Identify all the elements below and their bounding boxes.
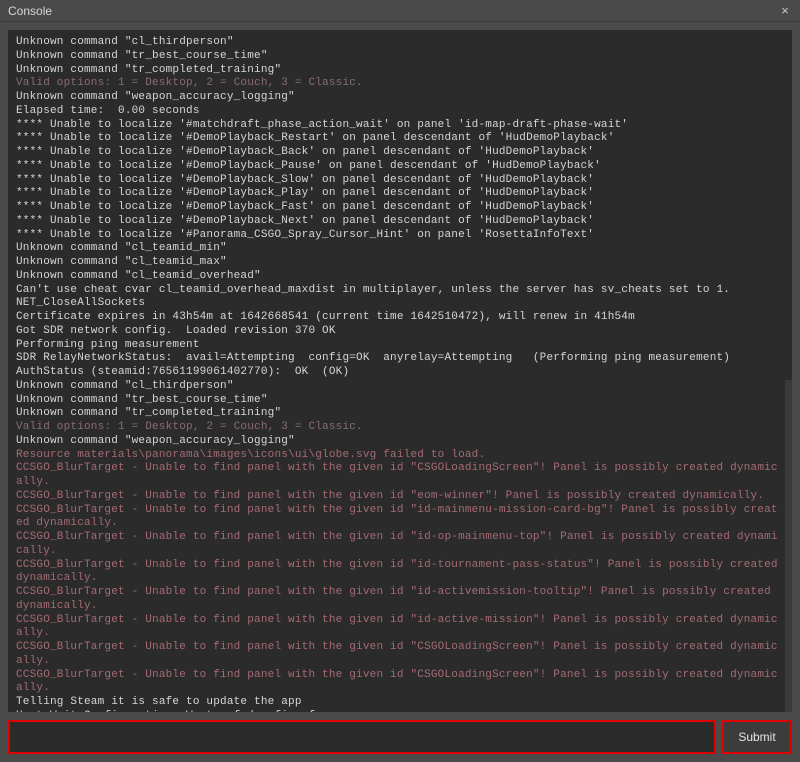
console-line: Valid options: 1 = Desktop, 2 = Couch, 3… [16, 77, 784, 91]
console-output[interactable]: Unknown command "cl_thirdperson"Unknown … [8, 30, 792, 712]
console-line: Resource materials\panorama\images\icons… [16, 449, 784, 463]
console-line: Host_WriteConfiguration: Wrote cfg/confi… [16, 710, 784, 712]
console-line: Unknown command "tr_completed_training" [16, 64, 784, 78]
console-line: CCSGO_BlurTarget - Unable to find panel … [16, 531, 784, 559]
console-line: **** Unable to localize '#DemoPlayback_N… [16, 215, 784, 229]
console-wrap: Unknown command "cl_thirdperson"Unknown … [0, 22, 800, 762]
console-line: Unknown command "cl_teamid_overhead" [16, 270, 784, 284]
command-input[interactable] [8, 720, 716, 754]
console-line: Can't use cheat cvar cl_teamid_overhead_… [16, 284, 784, 298]
console-line: **** Unable to localize '#DemoPlayback_R… [16, 132, 784, 146]
console-line: **** Unable to localize '#Panorama_CSGO_… [16, 229, 784, 243]
console-line: Unknown command "weapon_accuracy_logging… [16, 91, 784, 105]
console-line: AuthStatus (steamid:76561199061402770): … [16, 366, 784, 380]
console-line: Unknown command "cl_teamid_min" [16, 242, 784, 256]
titlebar: Console × [0, 0, 800, 22]
console-line: CCSGO_BlurTarget - Unable to find panel … [16, 559, 784, 587]
console-line: **** Unable to localize '#DemoPlayback_B… [16, 146, 784, 160]
console-line: Elapsed time: 0.00 seconds [16, 105, 784, 119]
input-row: Submit [8, 720, 792, 754]
console-line: CCSGO_BlurTarget - Unable to find panel … [16, 462, 784, 490]
console-line: Unknown command "tr_best_course_time" [16, 394, 784, 408]
console-line: Performing ping measurement [16, 339, 784, 353]
console-line: SDR RelayNetworkStatus: avail=Attempting… [16, 352, 784, 366]
console-line: Telling Steam it is safe to update the a… [16, 696, 784, 710]
console-line: **** Unable to localize '#matchdraft_pha… [16, 119, 784, 133]
console-line: Unknown command "weapon_accuracy_logging… [16, 435, 784, 449]
close-icon[interactable]: × [776, 3, 794, 19]
console-line: **** Unable to localize '#DemoPlayback_P… [16, 187, 784, 201]
console-line: Valid options: 1 = Desktop, 2 = Couch, 3… [16, 421, 784, 435]
console-line: CCSGO_BlurTarget - Unable to find panel … [16, 614, 784, 642]
console-line: CCSGO_BlurTarget - Unable to find panel … [16, 641, 784, 669]
console-line: **** Unable to localize '#DemoPlayback_S… [16, 174, 784, 188]
console-line: NET_CloseAllSockets [16, 297, 784, 311]
console-line: Got SDR network config. Loaded revision … [16, 325, 784, 339]
window-title: Console [8, 4, 52, 18]
console-line: Unknown command "cl_thirdperson" [16, 36, 784, 50]
submit-button[interactable]: Submit [722, 720, 792, 754]
console-line: CCSGO_BlurTarget - Unable to find panel … [16, 490, 784, 504]
console-line: Unknown command "cl_teamid_max" [16, 256, 784, 270]
console-line: CCSGO_BlurTarget - Unable to find panel … [16, 586, 784, 614]
console-line: Unknown command "cl_thirdperson" [16, 380, 784, 394]
console-line: CCSGO_BlurTarget - Unable to find panel … [16, 669, 784, 697]
console-line: **** Unable to localize '#DemoPlayback_P… [16, 160, 784, 174]
console-line: CCSGO_BlurTarget - Unable to find panel … [16, 504, 784, 532]
console-window: Console × Unknown command "cl_thirdperso… [0, 0, 800, 762]
console-line: Unknown command "tr_best_course_time" [16, 50, 784, 64]
console-line: Unknown command "tr_completed_training" [16, 407, 784, 421]
scrollbar[interactable] [785, 380, 792, 712]
console-line: **** Unable to localize '#DemoPlayback_F… [16, 201, 784, 215]
console-line: Certificate expires in 43h54m at 1642668… [16, 311, 784, 325]
